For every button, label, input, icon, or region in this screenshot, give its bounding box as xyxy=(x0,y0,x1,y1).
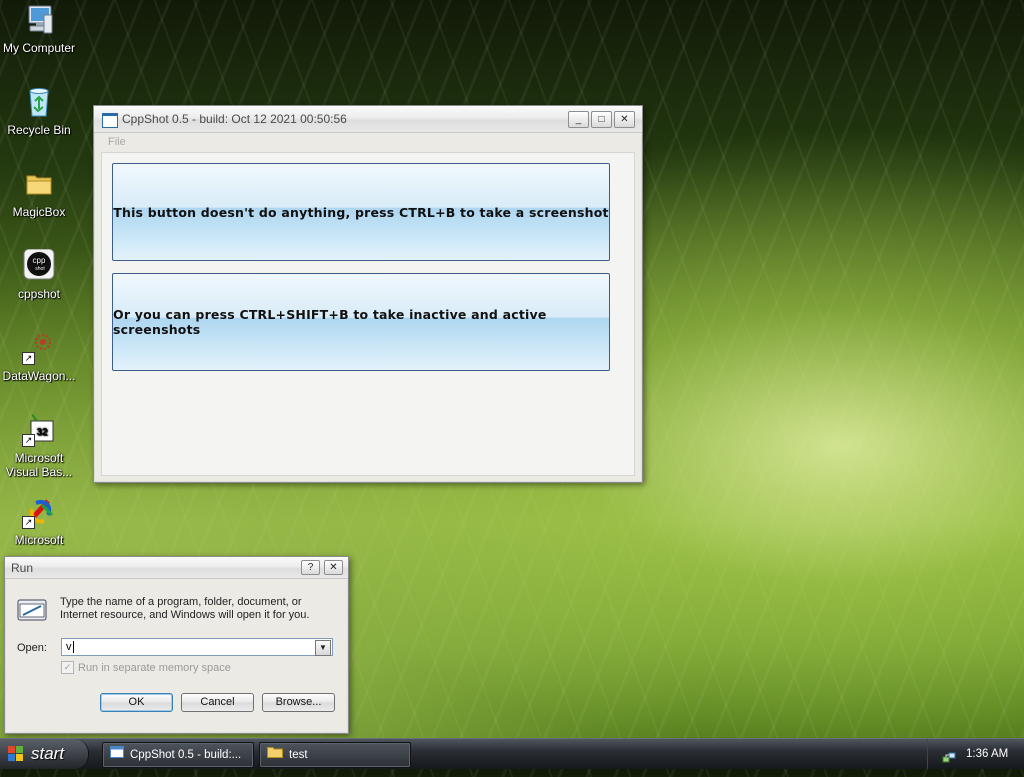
minimize-button[interactable]: _ xyxy=(568,111,589,128)
close-button[interactable]: ✕ xyxy=(614,111,635,128)
desktop-icon-label: Microsoft Visual C... xyxy=(12,533,66,549)
desktop-icon-cppshot[interactable]: cpp shot cppshot xyxy=(0,248,78,301)
desktop-icon-recycle-bin[interactable]: Recycle Bin xyxy=(0,85,78,137)
run-description: Type the name of a program, folder, docu… xyxy=(60,596,310,621)
open-input-value[interactable]: v xyxy=(66,641,72,653)
taskbar-item-label: test xyxy=(289,749,308,762)
menu-file[interactable]: File xyxy=(108,136,126,148)
desktop-icon-visual-basic[interactable]: 32 ↗ Microsoft Visual Bas... xyxy=(0,413,78,479)
folder-icon xyxy=(22,167,56,201)
screenshot-info-button[interactable]: This button doesn't do anything, press C… xyxy=(112,163,610,261)
shortcut-arrow-icon: ↗ xyxy=(22,516,35,529)
desktop-icon-visual-c[interactable]: ↗ Microsoft Visual C... xyxy=(0,495,78,549)
checkmark-icon[interactable]: ✓ xyxy=(61,661,74,674)
taskbar-item-cppshot[interactable]: CppShot 0.5 - build:... xyxy=(102,742,254,768)
cppshot-titlebar[interactable]: CppShot 0.5 - build: Oct 12 2021 00:50:5… xyxy=(94,106,642,133)
system-tray: 1:36 AM xyxy=(927,739,1024,769)
svg-text:32: 32 xyxy=(36,427,48,438)
window-icon xyxy=(110,743,124,767)
start-label: start xyxy=(31,744,65,763)
desktop-icon-label: My Computer xyxy=(2,41,76,55)
windows-logo-icon xyxy=(8,746,24,762)
network-icon[interactable] xyxy=(942,747,956,777)
datawagon-icon: ↗ xyxy=(22,331,56,365)
desktop-icon-datawagon[interactable]: ↗ DataWagon... xyxy=(0,331,78,383)
run-titlebar[interactable]: Run ? ✕ xyxy=(5,557,348,579)
run-program-icon xyxy=(17,599,47,621)
folder-icon xyxy=(267,743,283,767)
cppshot-icon: cpp shot xyxy=(22,248,56,283)
browse-button[interactable]: Browse... xyxy=(262,693,335,712)
taskbar-item-label: CppShot 0.5 - build:... xyxy=(130,749,242,762)
visual-c-icon: ↗ xyxy=(22,495,56,529)
desktop-icon-label: cppshot xyxy=(17,287,61,301)
menu-bar: File xyxy=(94,133,642,151)
clock[interactable]: 1:36 AM xyxy=(966,739,1008,769)
cancel-button[interactable]: Cancel xyxy=(181,693,254,712)
desktop-icon-label: Microsoft Visual Bas... xyxy=(5,451,73,479)
desktop-icon-label: Recycle Bin xyxy=(7,123,71,137)
svg-text:cpp: cpp xyxy=(33,256,46,265)
taskbar-item-test[interactable]: test xyxy=(259,742,411,768)
chevron-down-icon[interactable]: ▼ xyxy=(315,640,331,656)
separate-memory-checkbox[interactable]: ✓ Run in separate memory space xyxy=(61,661,231,674)
computer-icon xyxy=(22,3,56,37)
window-icon xyxy=(102,113,118,128)
start-button[interactable]: start xyxy=(0,739,89,769)
shortcut-arrow-icon: ↗ xyxy=(22,434,35,447)
open-label: Open: xyxy=(17,642,47,654)
window-title: CppShot 0.5 - build: Oct 12 2021 00:50:5… xyxy=(122,112,347,126)
dialog-title: Run xyxy=(11,561,34,575)
visual-basic-icon: 32 ↗ xyxy=(22,413,56,447)
separate-memory-label: Run in separate memory space xyxy=(78,661,231,674)
inactive-active-info-button[interactable]: Or you can press CTRL+SHIFT+B to take in… xyxy=(112,273,610,371)
maximize-button[interactable]: □ xyxy=(591,111,612,128)
desktop-icon-label: MagicBox xyxy=(12,205,66,219)
taskbar: start CppShot 0.5 - build:... test 1:36 … xyxy=(0,738,1024,769)
shortcut-arrow-icon: ↗ xyxy=(22,352,35,365)
svg-text:shot: shot xyxy=(35,266,45,272)
desktop-icon-magicbox[interactable]: MagicBox xyxy=(0,167,78,219)
desktop-icon-label: DataWagon... xyxy=(2,369,76,383)
run-dialog[interactable]: Run ? ✕ Type the name of a program, fold… xyxy=(4,556,349,734)
recycle-bin-icon xyxy=(22,85,56,119)
desktop-icon-my-computer[interactable]: My Computer xyxy=(0,3,78,55)
cppshot-window[interactable]: CppShot 0.5 - build: Oct 12 2021 00:50:5… xyxy=(93,105,643,483)
ok-button[interactable]: OK xyxy=(100,693,173,712)
open-combobox[interactable]: v ▼ xyxy=(61,638,333,656)
close-button[interactable]: ✕ xyxy=(324,560,343,575)
cppshot-client-area: This button doesn't do anything, press C… xyxy=(101,152,635,476)
help-button[interactable]: ? xyxy=(301,560,320,575)
